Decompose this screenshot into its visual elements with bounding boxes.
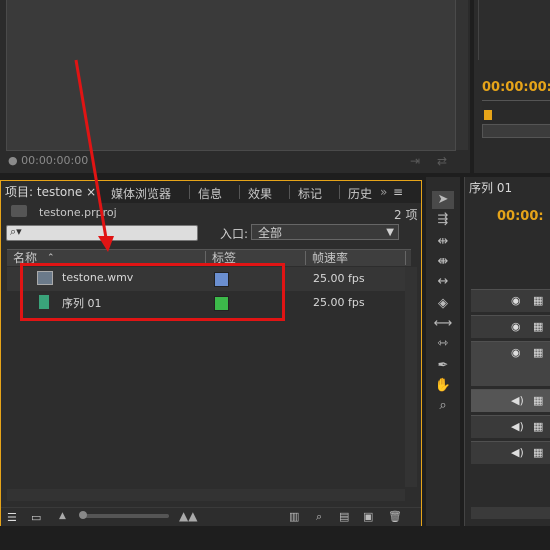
audio-track[interactable]: ◀) ▦ (471, 441, 550, 464)
pen-tool-icon[interactable]: ✒ (432, 357, 454, 375)
eye-icon[interactable]: ◉ (511, 294, 521, 307)
slide-tool-icon[interactable]: ⇿ (432, 335, 454, 353)
ripple-edit-tool-icon[interactable]: ⇹ (432, 233, 454, 251)
zoom-tool-icon[interactable]: ⌕ (432, 397, 454, 415)
track-select-tool-icon[interactable]: ⇶ (432, 211, 454, 229)
audio-track[interactable]: ◀) ▦ (471, 415, 550, 438)
film-icon: ▦ (533, 446, 544, 459)
film-icon: ▦ (533, 394, 544, 407)
video-track[interactable]: ◉ ▦ (471, 289, 550, 312)
audio-track[interactable]: ◀) ▦ (471, 389, 550, 412)
razor-tool-icon[interactable]: ◈ (432, 295, 454, 313)
eye-icon[interactable]: ◉ (511, 320, 521, 333)
speaker-icon[interactable]: ◀) (511, 394, 524, 407)
rolling-edit-tool-icon[interactable]: ⇼ (432, 253, 454, 271)
video-track[interactable]: ◉ ▦ (471, 315, 550, 338)
speaker-icon[interactable]: ◀) (511, 420, 524, 433)
timeline-scrollbar[interactable] (471, 507, 550, 519)
selection-tool-icon[interactable]: ➤ (432, 191, 454, 209)
film-icon: ▦ (533, 320, 544, 333)
film-icon: ▦ (533, 346, 544, 359)
hand-tool-icon[interactable]: ✋ (432, 377, 454, 395)
timeline-panel: 序列 01 00:00: ◉ ▦ ◉ ▦ ◉ ▦ ◀) ▦ ◀) ▦ ◀) ▦ (464, 177, 550, 526)
timeline-timecode[interactable]: 00:00: (497, 209, 544, 224)
eye-icon[interactable]: ◉ (511, 346, 521, 359)
tools-panel: ➤ ⇶ ⇹ ⇼ ↔ ◈ ⟷ ⇿ ✒ ✋ ⌕ (426, 177, 460, 526)
bottom-strip (0, 526, 550, 550)
speaker-icon[interactable]: ◀) (511, 446, 524, 459)
slip-tool-icon[interactable]: ⟷ (432, 315, 454, 333)
film-icon: ▦ (533, 420, 544, 433)
film-icon: ▦ (533, 294, 544, 307)
video-track-expanded[interactable]: ◉ ▦ (471, 341, 550, 386)
rate-stretch-tool-icon[interactable]: ↔ (432, 273, 454, 291)
tab-sequence[interactable]: 序列 01 (469, 179, 512, 196)
